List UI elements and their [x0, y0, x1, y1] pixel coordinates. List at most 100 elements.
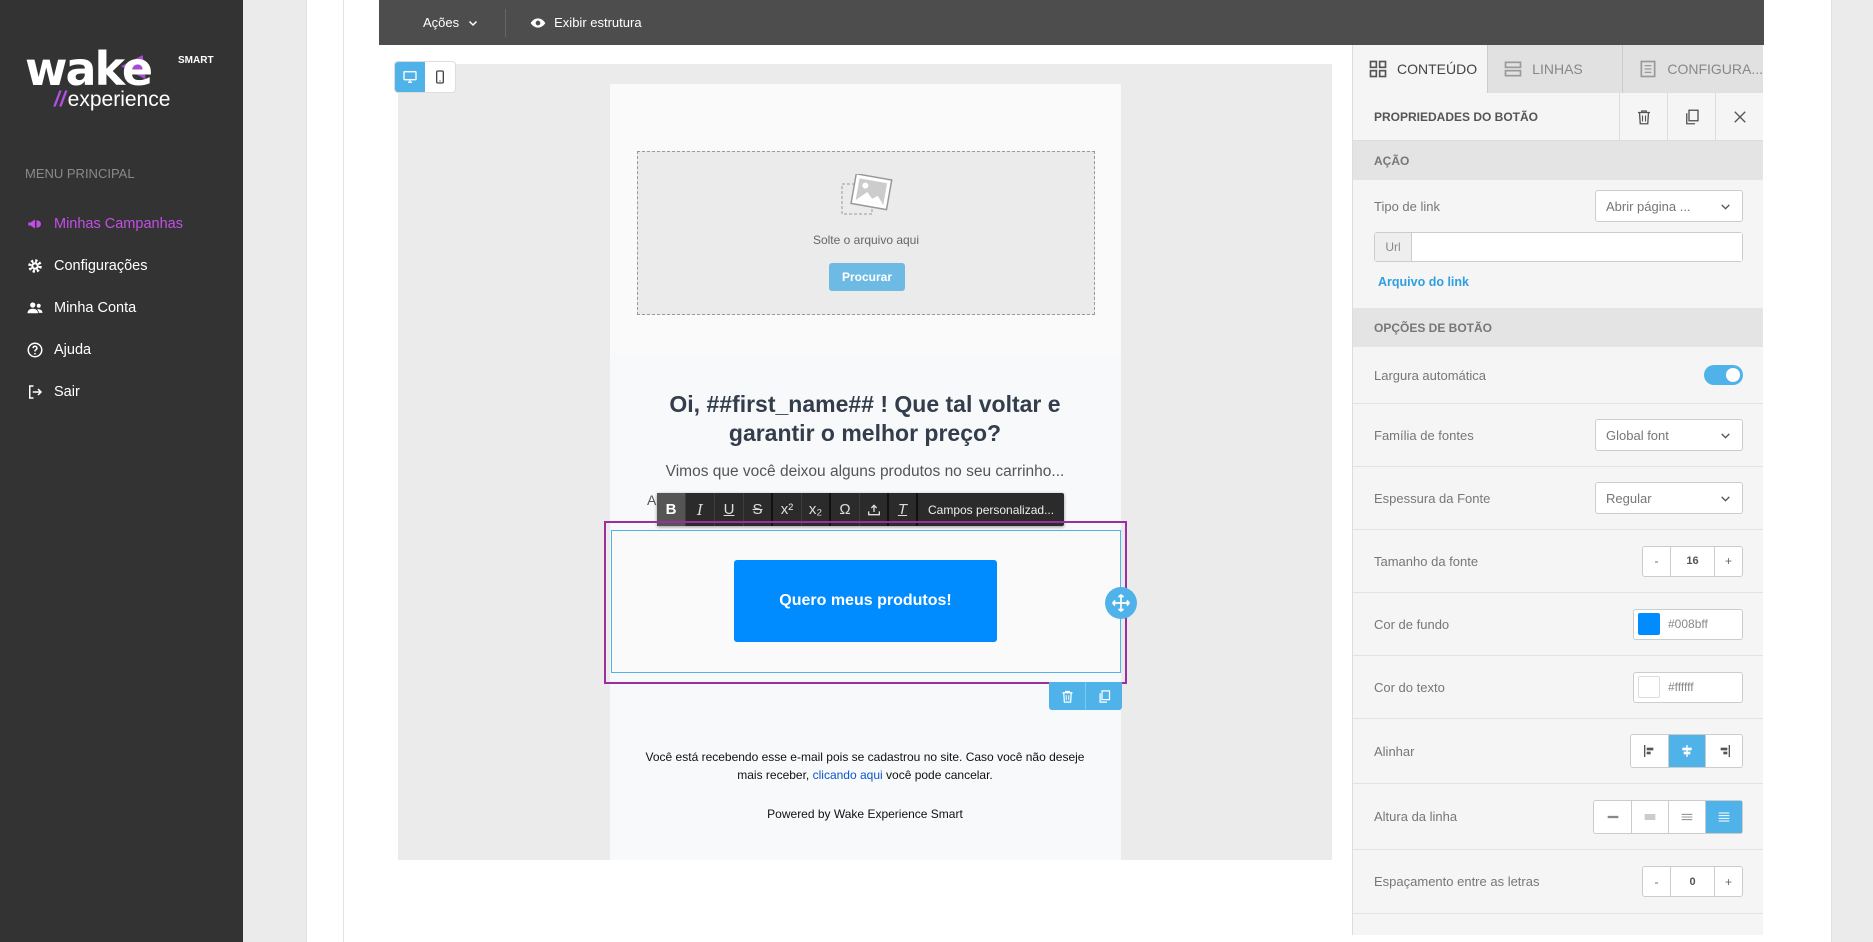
decrement-button[interactable]: -: [1643, 547, 1670, 576]
line-height-4-button[interactable]: [1705, 800, 1742, 833]
powered-by-text: Powered by Wake Experience Smart: [767, 807, 963, 821]
copy-icon: [1683, 108, 1701, 126]
align-center-button[interactable]: [1668, 735, 1705, 767]
line-height-1-button[interactable]: [1594, 801, 1631, 833]
browse-button[interactable]: Procurar: [829, 263, 905, 291]
text-color-row: Cor do texto #ffffff: [1353, 656, 1763, 719]
logo-slashes: //: [54, 88, 66, 111]
align-left-button[interactable]: [1631, 735, 1668, 767]
link-type-value: Abrir página ...: [1606, 198, 1691, 214]
letter-spacing-value[interactable]: 0: [1670, 867, 1715, 896]
superscript-icon: x²: [780, 501, 794, 518]
strikethrough-icon: S: [752, 501, 763, 518]
align-right-button[interactable]: [1705, 735, 1742, 767]
help-circle-icon: [25, 340, 45, 360]
font-family-label: Família de fontes: [1374, 427, 1474, 443]
font-size-value[interactable]: 16: [1670, 546, 1715, 576]
line-height-label: Altura da linha: [1374, 809, 1458, 824]
delete-button[interactable]: [1619, 92, 1667, 141]
properties-panel: CONTEÚDO LINHAS CONFIGURA... PROPRIEDADE…: [1352, 45, 1764, 935]
text-color-value: #ffffff: [1668, 680, 1694, 694]
section-action: AÇÃO: [1353, 141, 1763, 180]
line-height-2-button[interactable]: [1631, 800, 1668, 833]
omega-icon: Ω: [839, 501, 851, 518]
block-action-bar: [1049, 682, 1122, 710]
email-footer-text: Você está recebendo esse e-mail pois se …: [640, 748, 1090, 784]
line-height-relaxed-icon: [1679, 809, 1695, 825]
font-family-select[interactable]: Global font: [1595, 419, 1743, 451]
link-type-row: Tipo de link Abrir página ...: [1353, 180, 1763, 232]
chevron-down-icon: [1719, 200, 1732, 213]
bg-color-picker[interactable]: #008bff: [1633, 608, 1743, 640]
partially-hidden-text[interactable]: A: [647, 492, 656, 508]
email-headline[interactable]: Oi, ##first_name## ! Que tal voltar e ga…: [640, 390, 1090, 448]
main-nav: Minhas Campanhas Configurações Minha Con…: [25, 203, 183, 413]
line-height-loose-icon: [1716, 809, 1732, 825]
footer-text-part-2: você pode cancelar.: [886, 768, 993, 782]
gear-icon: [25, 256, 45, 276]
font-size-row: Tamanho da fonte - 16 +: [1353, 530, 1763, 593]
decrement-button[interactable]: -: [1643, 867, 1670, 896]
move-arrows-icon: [1111, 593, 1131, 613]
mobile-view-button[interactable]: [425, 62, 455, 92]
duplicate-button[interactable]: [1667, 92, 1715, 141]
wake-logo[interactable]: wake SMART //experience: [25, 46, 215, 116]
text-color-label: Cor do texto: [1374, 679, 1445, 695]
mobile-icon: [432, 69, 448, 85]
increment-button[interactable]: +: [1715, 547, 1742, 576]
show-structure-label: Exibir estrutura: [554, 15, 642, 30]
dropzone-text: Solte o arquivo aqui: [812, 233, 920, 247]
sidebar-item-settings[interactable]: Configurações: [25, 245, 183, 287]
tab-settings-label: CONFIGURA...: [1667, 61, 1764, 77]
align-right-icon: [1716, 743, 1732, 759]
email-subtext[interactable]: Vimos que você deixou alguns produtos no…: [640, 463, 1090, 481]
tab-settings[interactable]: CONFIGURA...: [1622, 45, 1764, 93]
line-height-3-button[interactable]: [1668, 800, 1705, 833]
grid-icon: [1368, 59, 1397, 79]
link-type-label: Tipo de link: [1374, 198, 1440, 214]
chevron-down-icon: [1719, 429, 1732, 442]
sidebar-item-account[interactable]: Minha Conta: [25, 287, 183, 329]
letter-spacing-label: Espaçamento entre as letras: [1374, 874, 1540, 889]
increment-button[interactable]: +: [1715, 867, 1742, 896]
show-structure-button[interactable]: Exibir estrutura: [506, 0, 665, 45]
sidebar: wake SMART //experience MENU PRINCIPAL M…: [0, 0, 243, 942]
text-color-picker[interactable]: #ffffff: [1633, 671, 1743, 703]
duplicate-block-button[interactable]: [1086, 682, 1122, 710]
image-dropzone[interactable]: Solte o arquivo aqui Procurar: [637, 151, 1095, 315]
font-weight-select[interactable]: Regular: [1595, 482, 1743, 514]
logo-sub-word: experience: [67, 88, 171, 111]
close-icon: [1731, 108, 1749, 126]
tab-content[interactable]: CONTEÚDO: [1353, 45, 1488, 93]
close-panel-button[interactable]: [1715, 92, 1763, 141]
desktop-view-button[interactable]: [395, 62, 425, 92]
line-height-normal-icon: [1642, 809, 1658, 825]
sidebar-item-label: Minhas Campanhas: [54, 216, 183, 232]
link-file-link[interactable]: Arquivo do link: [1353, 262, 1763, 308]
megaphone-icon: [25, 214, 45, 234]
tab-rows[interactable]: LINHAS: [1487, 45, 1623, 93]
line-height-tight-icon: [1605, 809, 1621, 825]
auto-width-toggle[interactable]: [1704, 365, 1743, 385]
trash-icon: [1635, 108, 1653, 126]
link-type-select[interactable]: Abrir página ...: [1595, 190, 1743, 222]
cta-button[interactable]: Quero meus produtos!: [734, 560, 997, 642]
font-size-label: Tamanho da fonte: [1374, 553, 1479, 569]
unsubscribe-link[interactable]: clicando aqui: [813, 768, 883, 782]
actions-menu-button[interactable]: Ações: [379, 8, 507, 37]
panel-title: PROPRIEDADES DO BOTÃO: [1374, 109, 1539, 124]
device-toggle: [395, 62, 455, 92]
url-field: Url: [1374, 232, 1743, 262]
panel-tabs: CONTEÚDO LINHAS CONFIGURA...: [1353, 45, 1764, 93]
menu-title: MENU PRINCIPAL: [25, 166, 135, 181]
drag-handle[interactable]: [1105, 587, 1137, 619]
chevron-down-icon: [467, 17, 479, 29]
rows-icon: [1503, 59, 1532, 79]
delete-block-button[interactable]: [1049, 682, 1086, 710]
url-input[interactable]: [1412, 233, 1742, 261]
sidebar-item-campaigns[interactable]: Minhas Campanhas: [25, 203, 183, 245]
section-button-options: OPÇÕES DE BOTÃO: [1353, 308, 1763, 347]
sidebar-item-help[interactable]: Ajuda: [25, 329, 183, 371]
bg-color-swatch: [1638, 613, 1660, 635]
sidebar-item-logout[interactable]: Sair: [25, 371, 183, 413]
